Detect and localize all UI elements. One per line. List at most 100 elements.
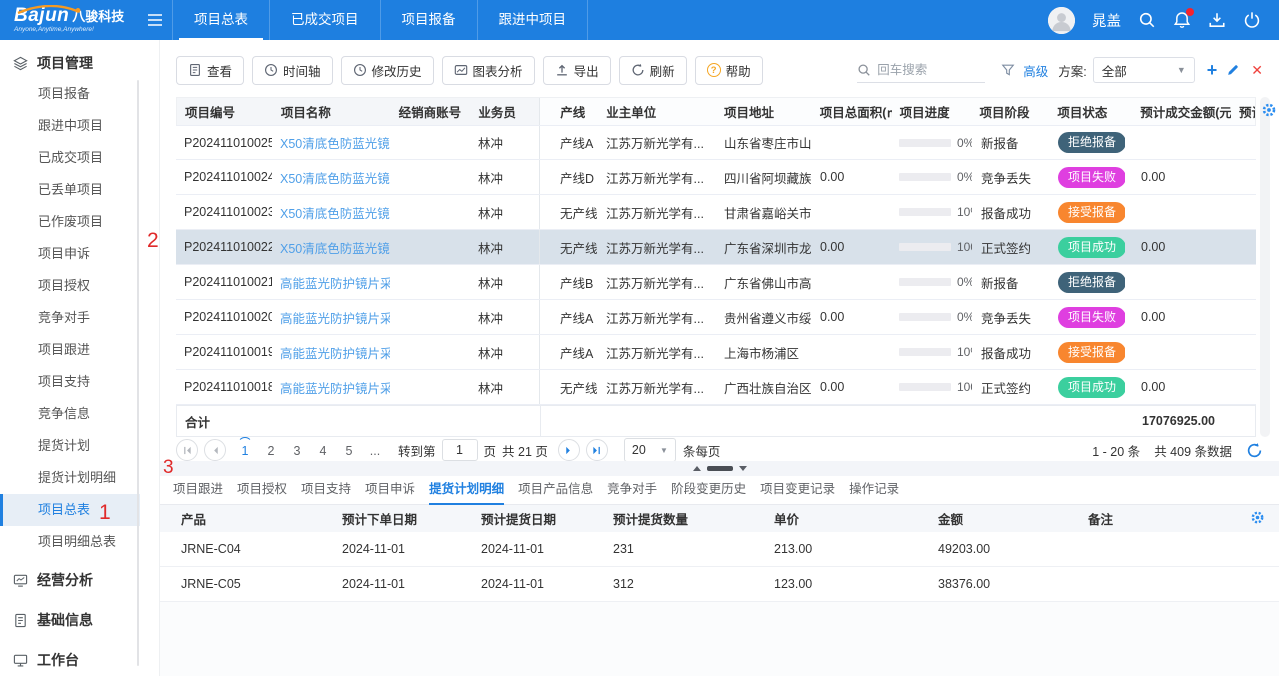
table-row[interactable]: P202411010024X50清底色防蓝光镜片...林冲产线D江苏万新光学有.…: [176, 160, 1256, 195]
delete-scheme-icon[interactable]: ✕: [1251, 62, 1263, 79]
column-header-项目状态[interactable]: 项目状态: [1049, 98, 1124, 125]
toolbar-button-查看[interactable]: 查看: [176, 56, 244, 85]
search-box[interactable]: [857, 57, 985, 83]
first-page-button[interactable]: [176, 439, 198, 461]
project-name-link[interactable]: X50清底色防蓝光镜片...: [280, 133, 390, 152]
sidebar-item-项目申诉[interactable]: 项目申诉: [0, 238, 140, 270]
project-name-link[interactable]: X50清底色防蓝光镜片...: [280, 168, 390, 187]
page-size-select[interactable]: 20 ▼: [624, 438, 676, 462]
toolbar-button-时间轴[interactable]: 时间轴: [252, 56, 333, 85]
pane-splitter[interactable]: [160, 461, 1279, 476]
current-user-name[interactable]: 晁盖: [1092, 10, 1121, 31]
project-name-link[interactable]: X50清底色防蓝光镜片...: [280, 203, 390, 222]
table-scrollbar[interactable]: [1260, 97, 1270, 437]
sidebar-section-项目管理[interactable]: 项目管理: [0, 48, 159, 78]
toolbar-button-刷新[interactable]: 刷新: [619, 56, 687, 85]
column-header-项目名称[interactable]: 项目名称: [273, 98, 391, 125]
menu-toggle-button[interactable]: [138, 0, 172, 40]
detail-tab-操作记录[interactable]: 操作记录: [849, 476, 899, 505]
toolbar-button-图表分析[interactable]: 图表分析: [442, 56, 535, 85]
scheme-select[interactable]: 全部 ▼: [1093, 57, 1195, 83]
detail-column-header-产品[interactable]: 产品: [160, 505, 330, 532]
detail-column-header-预计提货数量[interactable]: 预计提货数量: [605, 505, 766, 532]
collapse-down-icon[interactable]: [739, 466, 747, 471]
detail-tab-竞争对手[interactable]: 竞争对手: [607, 476, 657, 505]
page-number-4[interactable]: 4: [313, 442, 333, 458]
sidebar-item-已成交项目[interactable]: 已成交项目: [0, 142, 140, 174]
sidebar-item-竞争信息[interactable]: 竞争信息: [0, 398, 140, 430]
detail-tab-项目申诉[interactable]: 项目申诉: [365, 476, 415, 505]
detail-column-header-金额[interactable]: 金额: [930, 505, 1080, 532]
sidebar-item-竞争对手[interactable]: 竞争对手: [0, 302, 140, 334]
detail-tab-项目支持[interactable]: 项目支持: [301, 476, 351, 505]
detail-tab-阶段变更历史[interactable]: 阶段变更历史: [671, 476, 746, 505]
download-icon[interactable]: [1208, 11, 1226, 29]
detail-column-header-预计提货日期[interactable]: 预计提货日期: [475, 505, 605, 532]
project-name-link[interactable]: X50清底色防蓝光镜片...: [280, 238, 390, 257]
detail-column-settings-gear-icon[interactable]: [1250, 510, 1265, 525]
edit-scheme-icon[interactable]: [1226, 63, 1240, 77]
search-icon[interactable]: [1138, 11, 1156, 29]
column-header-项目总面积(㎡)[interactable]: 项目总面积(㎡): [812, 98, 892, 125]
project-name-link[interactable]: 高能蓝光防护镜片采购...: [280, 378, 390, 397]
collapse-up-icon[interactable]: [693, 466, 701, 471]
nav-tab-3[interactable]: 项目报备: [380, 0, 477, 40]
sidebar-item-提货计划明细[interactable]: 提货计划明细: [0, 462, 140, 494]
table-row[interactable]: P202411010018高能蓝光防护镜片采购...林冲无产线江苏万新光学有..…: [176, 370, 1256, 405]
nav-tab-2[interactable]: 已成交项目: [269, 0, 380, 40]
splitter-handle[interactable]: [707, 466, 733, 471]
detail-tab-项目变更记录[interactable]: 项目变更记录: [760, 476, 835, 505]
table-row[interactable]: P202411010023X50清底色防蓝光镜片...林冲无产线江苏万新光学有.…: [176, 195, 1256, 230]
detail-tab-项目授权[interactable]: 项目授权: [237, 476, 287, 505]
sidebar-item-项目总表[interactable]: 项目总表: [0, 494, 140, 526]
prev-page-button[interactable]: [204, 439, 226, 461]
add-scheme-button[interactable]: +: [1207, 61, 1218, 79]
column-settings-gear-icon[interactable]: [1261, 102, 1277, 118]
table-row[interactable]: P202411010021高能蓝光防护镜片采购...林冲产线B江苏万新光学有..…: [176, 265, 1256, 300]
detail-tab-项目产品信息[interactable]: 项目产品信息: [518, 476, 593, 505]
goto-page-input[interactable]: [442, 439, 478, 461]
detail-column-header-预计下单日期[interactable]: 预计下单日期: [330, 505, 475, 532]
page-number-5[interactable]: 5: [339, 442, 359, 458]
column-header-项目地址[interactable]: 项目地址: [716, 98, 812, 125]
power-logout-icon[interactable]: [1243, 11, 1261, 29]
advanced-search-link[interactable]: 高级: [1023, 61, 1048, 80]
sidebar-item-项目明细总表[interactable]: 项目明细总表: [0, 526, 140, 558]
table-row[interactable]: P202411010019高能蓝光防护镜片采购...林冲产线A江苏万新光学有..…: [176, 335, 1256, 370]
detail-column-header-单价[interactable]: 单价: [766, 505, 930, 532]
column-header-经销商账号[interactable]: 经销商账号: [391, 98, 471, 125]
column-header-产线[interactable]: 产线: [540, 98, 598, 125]
sidebar-item-项目报备[interactable]: 项目报备: [0, 78, 140, 110]
table-row[interactable]: P202411010020高能蓝光防护镜片采购...林冲产线A江苏万新光学有..…: [176, 300, 1256, 335]
sidebar-item-已作废项目[interactable]: 已作废项目: [0, 206, 140, 238]
sidebar-section-工作台[interactable]: 工作台: [0, 642, 159, 678]
nav-tab-4[interactable]: 跟进中项目: [477, 0, 589, 40]
project-name-link[interactable]: 高能蓝光防护镜片采购...: [280, 308, 390, 327]
column-header-项目编号[interactable]: 项目编号: [177, 98, 273, 125]
notification-bell-icon[interactable]: [1173, 11, 1191, 29]
column-header-项目进度[interactable]: 项目进度: [892, 98, 972, 125]
sidebar-section-经营分析[interactable]: 经营分析: [0, 562, 159, 598]
page-number-3[interactable]: 3: [287, 442, 307, 458]
column-header-预计[interactable]: 预计: [1231, 98, 1255, 125]
sidebar-item-项目跟进[interactable]: 项目跟进: [0, 334, 140, 366]
project-name-link[interactable]: 高能蓝光防护镜片采购...: [280, 273, 390, 292]
column-header-预计成交金额(元)[interactable]: 预计成交金额(元): [1124, 98, 1231, 125]
toolbar-button-导出[interactable]: 导出: [543, 56, 611, 85]
toolbar-button-修改历史[interactable]: 修改历史: [341, 56, 434, 85]
refresh-data-icon[interactable]: [1246, 442, 1263, 459]
last-page-button[interactable]: [586, 439, 608, 461]
sidebar-item-跟进中项目[interactable]: 跟进中项目: [0, 110, 140, 142]
sidebar-section-基础信息[interactable]: 基础信息: [0, 602, 159, 638]
toolbar-button-帮助[interactable]: ?帮助: [695, 56, 763, 85]
next-page-button[interactable]: [558, 439, 580, 461]
detail-table-row[interactable]: JRNE-C042024-11-012024-11-01231213.00492…: [160, 532, 1279, 567]
sidebar-item-提货计划[interactable]: 提货计划: [0, 430, 140, 462]
sidebar-item-项目支持[interactable]: 项目支持: [0, 366, 140, 398]
filter-icon[interactable]: [1001, 63, 1015, 77]
nav-tab-1[interactable]: 项目总表: [172, 0, 269, 40]
avatar[interactable]: [1048, 7, 1075, 34]
column-header-项目阶段[interactable]: 项目阶段: [971, 98, 1049, 125]
sidebar-item-项目授权[interactable]: 项目授权: [0, 270, 140, 302]
column-header-业务员[interactable]: 业务员: [470, 98, 540, 125]
